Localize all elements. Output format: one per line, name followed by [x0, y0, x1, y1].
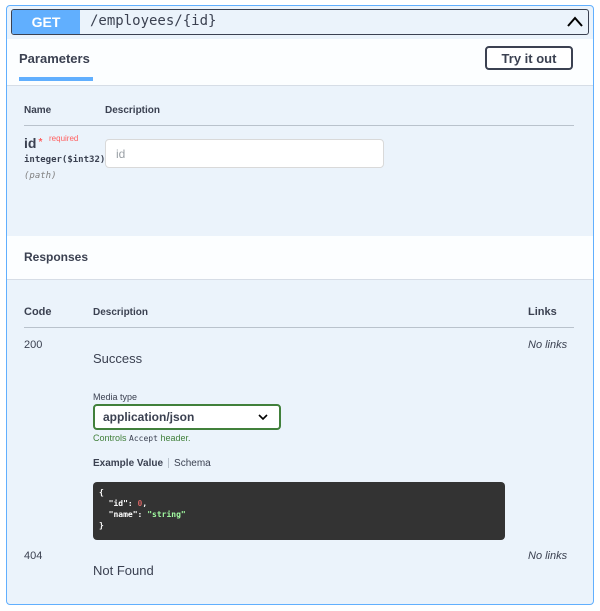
parameter-name-text: id — [24, 135, 37, 151]
chevron-up-icon[interactable] — [565, 12, 585, 32]
required-marker: * — [38, 137, 43, 148]
json-open-brace: { — [99, 488, 104, 497]
tab-example-value[interactable]: Example Value — [93, 458, 163, 469]
tab-separator — [168, 458, 170, 469]
tab-parameters[interactable]: Parameters — [19, 51, 90, 66]
json-close-brace: } — [99, 521, 104, 530]
column-header-code: Code — [24, 306, 52, 318]
http-method-badge: GET — [12, 10, 80, 34]
response-links-200: No links — [528, 339, 568, 351]
operation-summary[interactable]: GET /employees/{id} — [11, 9, 589, 35]
response-description-200: Success — [93, 351, 143, 366]
required-label: required — [49, 134, 79, 143]
media-type-select[interactable]: application/json — [93, 404, 281, 430]
responses-title: Responses — [24, 250, 89, 264]
parameters-header-divider — [24, 125, 574, 126]
tab-schema[interactable]: Schema — [174, 458, 211, 469]
example-code-block: { "id": 0, "name": "string" } — [93, 482, 505, 540]
responses-header-divider — [24, 327, 574, 328]
controls-prefix: Controls — [93, 433, 127, 443]
controls-header-name: Accept — [129, 434, 158, 443]
parameters-tab-bar: Parameters Try it out — [7, 39, 593, 86]
tab-active-indicator — [19, 77, 93, 81]
json-value-name: "string" — [147, 510, 186, 519]
json-key-id: "id" — [108, 499, 128, 508]
response-description-404: Not Found — [93, 563, 154, 578]
endpoint-path: /employees/{id} — [90, 13, 217, 29]
media-type-label: Media type — [93, 392, 138, 402]
controls-accept-note: Controls Accept header. — [93, 433, 190, 443]
json-key-name: "name" — [108, 510, 138, 519]
column-header-name: Name — [24, 105, 52, 116]
parameter-type: integer($int32) — [24, 155, 106, 165]
response-code-404: 404 — [24, 550, 43, 562]
id-parameter-input[interactable] — [105, 139, 384, 168]
operation-block: GET /employees/{id} Parameters Try it ou… — [6, 5, 594, 605]
responses-header: Responses — [7, 236, 593, 280]
response-code-200: 200 — [24, 339, 43, 351]
controls-suffix: header. — [160, 433, 191, 443]
media-type-value: application/json — [103, 410, 195, 424]
parameter-location: (path) — [24, 171, 57, 181]
column-header-description: Description — [105, 105, 161, 116]
column-header-response-description: Description — [93, 307, 149, 318]
column-header-links: Links — [528, 306, 557, 318]
parameter-name: id * — [24, 135, 42, 151]
chevron-down-icon — [258, 414, 268, 421]
json-value-id: 0 — [137, 499, 143, 508]
try-it-out-button[interactable]: Try it out — [485, 46, 573, 70]
example-tabs: Example Value Schema — [93, 458, 211, 469]
response-links-404: No links — [528, 550, 568, 562]
